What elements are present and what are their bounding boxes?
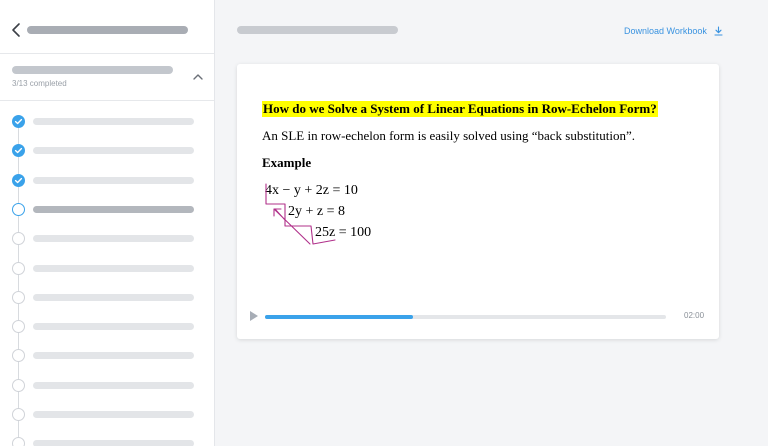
handwritten-staircase-annotation bbox=[265, 183, 336, 245]
completed-count: 3/13 completed bbox=[12, 79, 67, 88]
lesson-title-placeholder bbox=[33, 411, 194, 418]
chevron-up-icon[interactable] bbox=[191, 71, 205, 83]
lesson-item[interactable] bbox=[0, 195, 214, 224]
seek-bar-progress bbox=[265, 315, 414, 319]
lesson-title-placeholder bbox=[33, 440, 194, 446]
lesson-title-placeholder bbox=[33, 147, 194, 155]
lesson-title-placeholder bbox=[33, 323, 194, 331]
course-title-placeholder bbox=[27, 26, 188, 34]
lesson-title-placeholder bbox=[33, 118, 194, 125]
lesson-item[interactable] bbox=[0, 371, 214, 400]
lesson-title-placeholder bbox=[33, 293, 194, 301]
check-circle-icon bbox=[12, 115, 25, 128]
example-heading: Example bbox=[262, 155, 312, 170]
seek-bar[interactable] bbox=[265, 315, 666, 319]
lesson-title-placeholder bbox=[33, 176, 194, 184]
playback-time: 02:00 bbox=[684, 311, 705, 320]
incomplete-circle-icon bbox=[12, 261, 25, 275]
course-progress-section bbox=[0, 54, 214, 101]
lesson-item[interactable] bbox=[0, 107, 214, 136]
lesson-title-placeholder bbox=[237, 26, 398, 34]
slide-title: How do we Solve a System of Linear Equat… bbox=[262, 101, 658, 117]
lesson-item[interactable] bbox=[0, 166, 214, 195]
play-icon[interactable] bbox=[249, 310, 259, 322]
incomplete-circle-icon bbox=[12, 408, 25, 421]
lesson-item[interactable] bbox=[0, 283, 214, 312]
lesson-item[interactable] bbox=[0, 254, 214, 283]
lesson-item[interactable] bbox=[0, 136, 214, 165]
incomplete-circle-icon bbox=[12, 320, 25, 334]
download-workbook-label: Download Workbook bbox=[624, 26, 707, 36]
incomplete-circle-icon bbox=[12, 232, 25, 246]
lesson-title-placeholder bbox=[33, 352, 194, 360]
video-player-card[interactable]: How do we Solve a System of Linear Equat… bbox=[237, 64, 719, 339]
media-controls: 02:00 bbox=[247, 309, 709, 323]
lesson-title-placeholder bbox=[33, 205, 194, 213]
course-sidebar: 3/13 completed bbox=[0, 0, 215, 446]
lesson-item[interactable] bbox=[0, 312, 214, 341]
sidebar-header bbox=[0, 0, 214, 54]
lesson-title-placeholder bbox=[33, 264, 194, 272]
download-workbook-button[interactable]: Download Workbook bbox=[624, 24, 723, 38]
lesson-item[interactable] bbox=[0, 400, 214, 429]
download-icon bbox=[714, 26, 723, 36]
incomplete-circle-icon bbox=[12, 290, 25, 304]
incomplete-circle-icon bbox=[12, 378, 25, 392]
check-circle-icon bbox=[12, 173, 25, 187]
current-lesson-circle-icon bbox=[12, 202, 25, 216]
lesson-item[interactable] bbox=[0, 224, 214, 253]
lesson-item[interactable] bbox=[0, 341, 214, 370]
lesson-title-placeholder bbox=[33, 381, 194, 389]
check-circle-icon bbox=[12, 144, 25, 158]
section-title-placeholder bbox=[12, 66, 173, 74]
lesson-title-placeholder bbox=[33, 235, 194, 243]
incomplete-circle-icon bbox=[12, 349, 25, 363]
incomplete-circle-icon bbox=[12, 437, 25, 446]
lesson-item[interactable] bbox=[0, 429, 214, 446]
slide-body-text: An SLE in row-echelon form is easily sol… bbox=[262, 128, 635, 143]
chevron-left-icon[interactable] bbox=[9, 22, 23, 38]
